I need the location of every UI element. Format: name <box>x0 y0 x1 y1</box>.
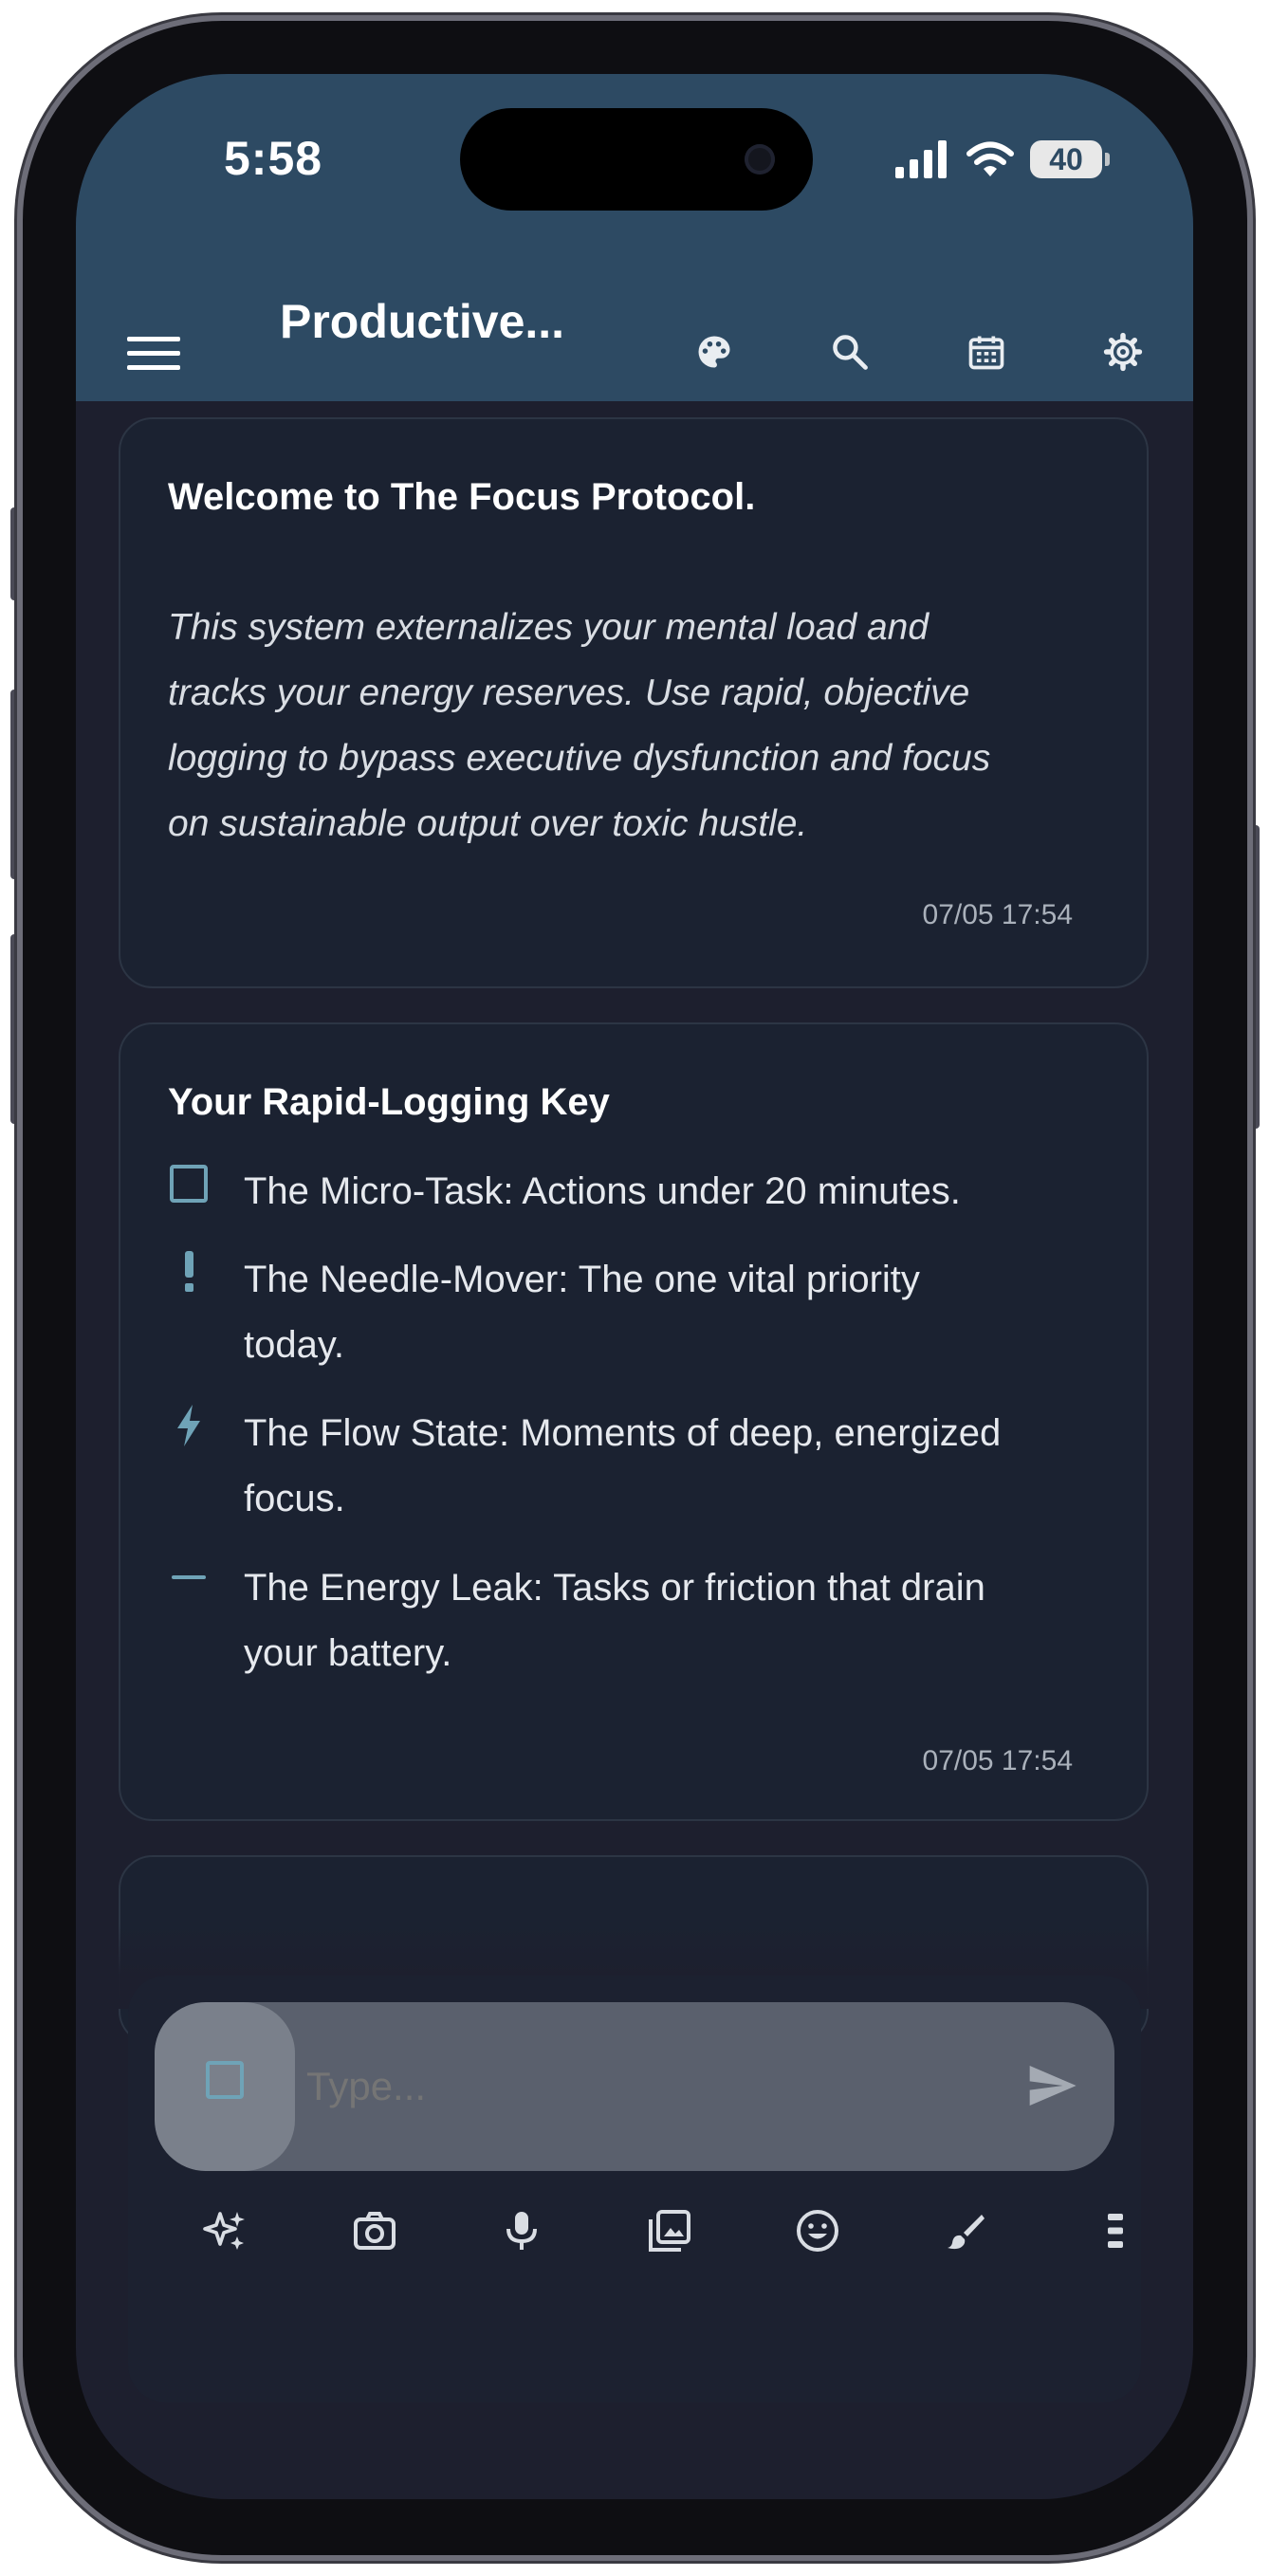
key-item-line: The Energy Leak: Tasks or friction that … <box>244 1567 985 1609</box>
entry-body: This system externalizes your mental loa… <box>168 595 1116 856</box>
status-time: 5:58 <box>224 132 323 185</box>
key-item: The Micro-Task: Actions under 20 minutes… <box>168 1159 1126 1225</box>
phone-screen: 5:58 40 Productive... Welcome to The Foc… <box>76 74 1193 2499</box>
checkbox-icon <box>168 1163 210 1205</box>
key-item-label: The Flow State: Moments of deep, energiz… <box>244 1401 1126 1532</box>
volume-down-button <box>10 934 22 1124</box>
power-button <box>1248 825 1260 1129</box>
key-item-line: The Flow State: Moments of deep, energiz… <box>244 1412 1002 1454</box>
palette-icon[interactable] <box>693 331 739 377</box>
battery-icon: 40 <box>1030 140 1110 178</box>
key-item-line: The Needle-Mover: The one vital priority <box>244 1259 920 1300</box>
brush-icon[interactable] <box>943 2208 988 2254</box>
entry-body-line: on sustainable output over toxic hustle. <box>168 803 808 844</box>
key-item: The Energy Leak: Tasks or friction that … <box>168 1555 1126 1688</box>
key-item: The Needle-Mover: The one vital priority… <box>168 1247 1126 1380</box>
entry-type-button[interactable] <box>155 2002 295 2171</box>
entry-card-key[interactable]: Your Rapid-Logging Key The Micro-Task: A… <box>119 1022 1149 1821</box>
entry-body-line: tracks your energy reserves. Use rapid, … <box>168 672 970 713</box>
entry-body-line: logging to bypass executive dysfunction … <box>168 738 991 779</box>
menu-icon[interactable] <box>127 331 180 377</box>
volume-up-button <box>10 690 22 879</box>
composer-input[interactable] <box>306 2002 970 2171</box>
emoji-icon[interactable] <box>795 2208 840 2254</box>
camera-icon[interactable] <box>352 2208 397 2254</box>
entry-body-line: This system externalizes your mental loa… <box>168 607 929 648</box>
microphone-icon[interactable] <box>499 2208 544 2254</box>
camera-lens <box>745 144 775 175</box>
dynamic-island <box>460 108 813 211</box>
key-item-line: The Micro-Task: Actions under 20 minutes… <box>244 1170 961 1212</box>
key-item: The Flow State: Moments of deep, energiz… <box>168 1401 1126 1534</box>
wifi-icon <box>966 140 1015 178</box>
key-item-label: The Micro-Task: Actions under 20 minutes… <box>244 1159 1126 1224</box>
calendar-icon[interactable] <box>966 331 1011 377</box>
entry-card-welcome[interactable]: Welcome to The Focus Protocol. This syst… <box>119 417 1149 988</box>
more-icon[interactable] <box>1093 2208 1138 2254</box>
status-icons: 40 <box>895 137 1110 182</box>
signal-icon <box>895 140 950 178</box>
gallery-icon[interactable] <box>647 2208 692 2254</box>
key-item-label: The Needle-Mover: The one vital priority… <box>244 1247 1126 1378</box>
app-title: Productive... <box>280 295 565 348</box>
entry-timestamp: 07/05 17:54 <box>922 1745 1073 1776</box>
lightning-icon <box>168 1405 210 1446</box>
key-item-label: The Energy Leak: Tasks or friction that … <box>244 1555 1126 1686</box>
entry-title: Welcome to The Focus Protocol. <box>168 476 756 518</box>
key-item-line: today. <box>244 1324 344 1366</box>
dash-icon <box>168 1559 210 1601</box>
entry-title: Your Rapid-Logging Key <box>168 1081 610 1123</box>
exclamation-icon <box>168 1251 210 1293</box>
key-item-line: focus. <box>244 1478 345 1519</box>
action-button <box>10 507 22 600</box>
sparkle-icon[interactable] <box>203 2208 248 2254</box>
key-item-line: your battery. <box>244 1632 452 1674</box>
app-bar <box>76 306 1193 401</box>
composer-input-bar <box>155 2002 1114 2171</box>
send-icon[interactable] <box>1025 2059 1078 2112</box>
checkbox-icon <box>204 2059 246 2101</box>
settings-icon[interactable] <box>1102 331 1148 377</box>
entry-timestamp: 07/05 17:54 <box>922 899 1073 930</box>
search-icon[interactable] <box>829 331 874 377</box>
